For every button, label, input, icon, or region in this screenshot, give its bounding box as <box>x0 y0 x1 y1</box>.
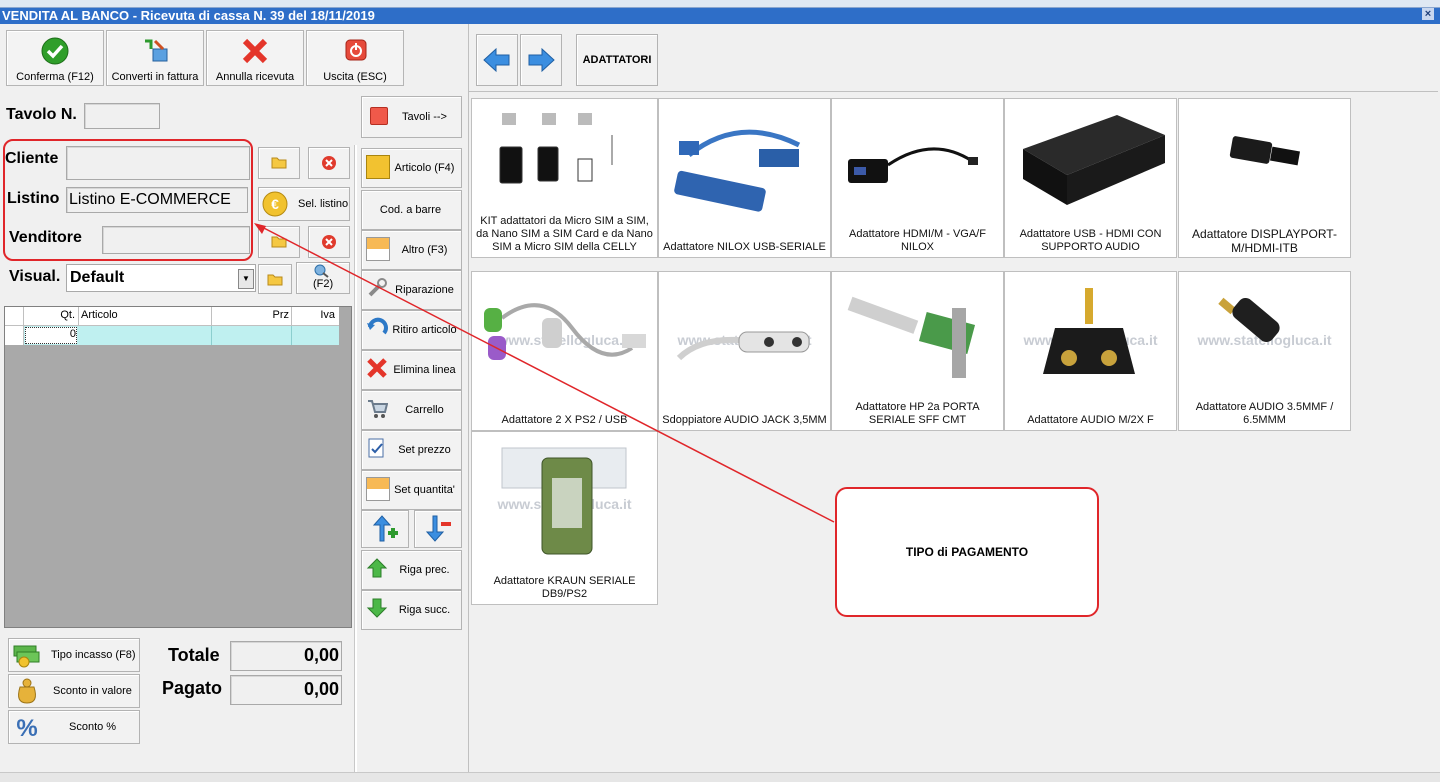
annotation-arrow <box>254 223 835 523</box>
callout-box: TIPO di PAGAMENTO <box>835 487 1099 617</box>
